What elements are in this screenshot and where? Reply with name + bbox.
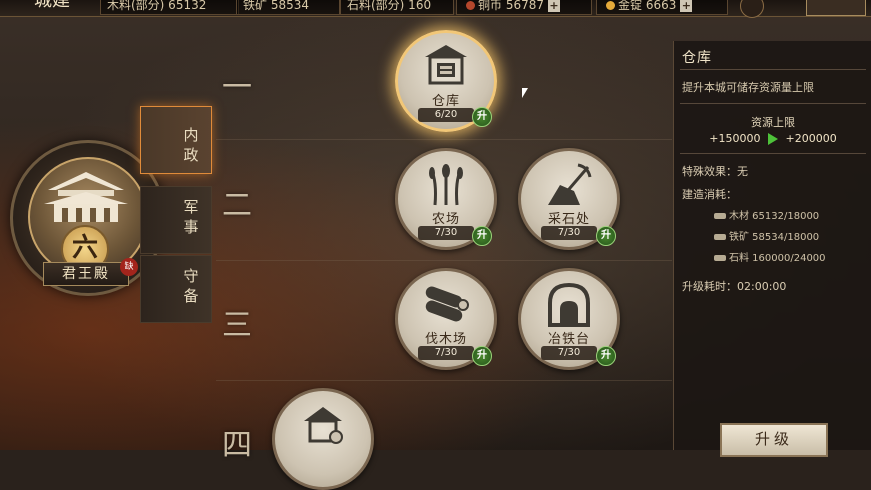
building-count: 7/30 bbox=[541, 346, 597, 360]
warehouse-icon bbox=[425, 45, 467, 85]
upgrade-time: 升级耗时：02:00:00 bbox=[682, 280, 787, 293]
panel-title: 仓库 bbox=[682, 50, 712, 66]
copper-value: 铜币 56787 bbox=[478, 0, 544, 12]
building-name: 伐木场 bbox=[424, 332, 467, 347]
stone-value: 石料(部分) 160 bbox=[347, 0, 432, 12]
upgrade-farm-button[interactable]: 升 bbox=[472, 226, 492, 246]
cost-iron-label: 铁矿 58534/18000 bbox=[729, 232, 820, 243]
add-copper-button[interactable]: + bbox=[548, 0, 560, 12]
palace-missing-badge: 缺 bbox=[120, 258, 138, 276]
cost-title: 建造消耗： bbox=[682, 188, 737, 201]
tab-label: 守备 bbox=[183, 267, 199, 305]
palace-icon bbox=[44, 172, 128, 222]
row-numeral-2: 二 bbox=[222, 188, 252, 223]
capacity-title: 资源上限 bbox=[751, 116, 795, 129]
cost-stone: 石料 160000/24000 bbox=[714, 249, 826, 264]
wood-resource: 木料(部分) 65132 bbox=[100, 0, 239, 15]
cost-wood: 木材 65132/18000 bbox=[714, 207, 819, 222]
stone-resource: 石料(部分) 160 bbox=[340, 0, 454, 15]
palace-name: 君王殿 bbox=[43, 262, 129, 286]
panel-divider bbox=[680, 69, 866, 70]
tab-internal-affairs[interactable]: 内政 bbox=[140, 106, 212, 174]
tab-defense[interactable]: 守备 bbox=[140, 255, 212, 323]
copper-resource: 铜币 56787 + bbox=[456, 0, 592, 15]
back-button[interactable] bbox=[806, 0, 866, 16]
wheat-icon bbox=[429, 164, 463, 206]
gold-resource: 金锭 6663 + bbox=[596, 0, 728, 15]
wood-value: 木料(部分) 65132 bbox=[107, 0, 207, 12]
capacity-to: +200000 bbox=[785, 132, 837, 145]
add-gold-button[interactable]: + bbox=[680, 0, 693, 12]
row-numeral-1: 一 bbox=[222, 70, 252, 105]
gold-value: 金锭 6663 bbox=[618, 0, 677, 12]
logs-icon bbox=[425, 286, 469, 322]
building-count: 6/20 bbox=[418, 108, 474, 122]
row-numeral-4: 四 bbox=[222, 428, 252, 463]
building-count: 7/30 bbox=[541, 226, 597, 240]
cost-iron: 铁矿 58534/18000 bbox=[714, 228, 819, 243]
arrow-right-icon bbox=[768, 133, 778, 145]
tab-label: 内政 bbox=[183, 126, 199, 164]
hall-icon bbox=[304, 407, 343, 444]
upgrade-iron-smelter-button[interactable]: 升 bbox=[596, 346, 616, 366]
building-row4[interactable] bbox=[272, 388, 374, 490]
capacity-from: +150000 bbox=[709, 132, 761, 145]
tab-label: 军事 bbox=[183, 198, 199, 236]
pickaxe-icon bbox=[548, 163, 592, 205]
panel-divider bbox=[680, 103, 866, 104]
upgrade-warehouse-button[interactable]: 升 bbox=[472, 107, 492, 127]
capacity-change: +150000 +200000 bbox=[674, 132, 871, 145]
iron-resource: 铁矿 58534 bbox=[236, 0, 340, 15]
info-icon[interactable] bbox=[740, 0, 764, 18]
panel-description: 提升本城可储存资源量上限 bbox=[682, 81, 814, 94]
row-divider bbox=[216, 139, 672, 140]
copper-coin-icon bbox=[466, 1, 475, 10]
special-effect: 特殊效果：无 bbox=[682, 165, 748, 178]
building-count: 7/30 bbox=[418, 346, 474, 360]
building-name: 农场 bbox=[431, 212, 460, 227]
panel-divider bbox=[680, 153, 866, 154]
gold-coin-icon bbox=[606, 1, 615, 10]
upgrade-quarry-button[interactable]: 升 bbox=[596, 226, 616, 246]
wood-icon bbox=[714, 213, 726, 219]
cost-stone-label: 石料 160000/24000 bbox=[729, 253, 826, 264]
row-divider bbox=[216, 260, 672, 261]
building-name: 采石处 bbox=[547, 212, 590, 227]
furnace-icon bbox=[548, 282, 590, 327]
cost-wood-label: 木材 65132/18000 bbox=[729, 211, 820, 222]
building-count: 7/30 bbox=[418, 226, 474, 240]
upgrade-button[interactable]: 升级 bbox=[720, 423, 828, 457]
building-info-panel: 仓库 提升本城可储存资源量上限 资源上限 +150000 +200000 特殊效… bbox=[673, 41, 871, 450]
page-title: 城建 bbox=[34, 0, 70, 11]
tab-military[interactable]: 军事 bbox=[140, 186, 212, 254]
row-divider bbox=[216, 380, 672, 381]
upgrade-lumber-mill-button[interactable]: 升 bbox=[472, 346, 492, 366]
stone-icon bbox=[714, 255, 726, 261]
anvil-icon bbox=[714, 234, 726, 240]
top-resource-bar: 城建 木料(部分) 65132 铁矿 58534 石料(部分) 160 铜币 5… bbox=[0, 0, 871, 18]
mouse-cursor-icon bbox=[522, 88, 528, 98]
iron-value: 铁矿 58534 bbox=[243, 0, 309, 12]
building-name: 冶铁台 bbox=[547, 332, 590, 347]
row-numeral-3: 三 bbox=[222, 308, 252, 343]
